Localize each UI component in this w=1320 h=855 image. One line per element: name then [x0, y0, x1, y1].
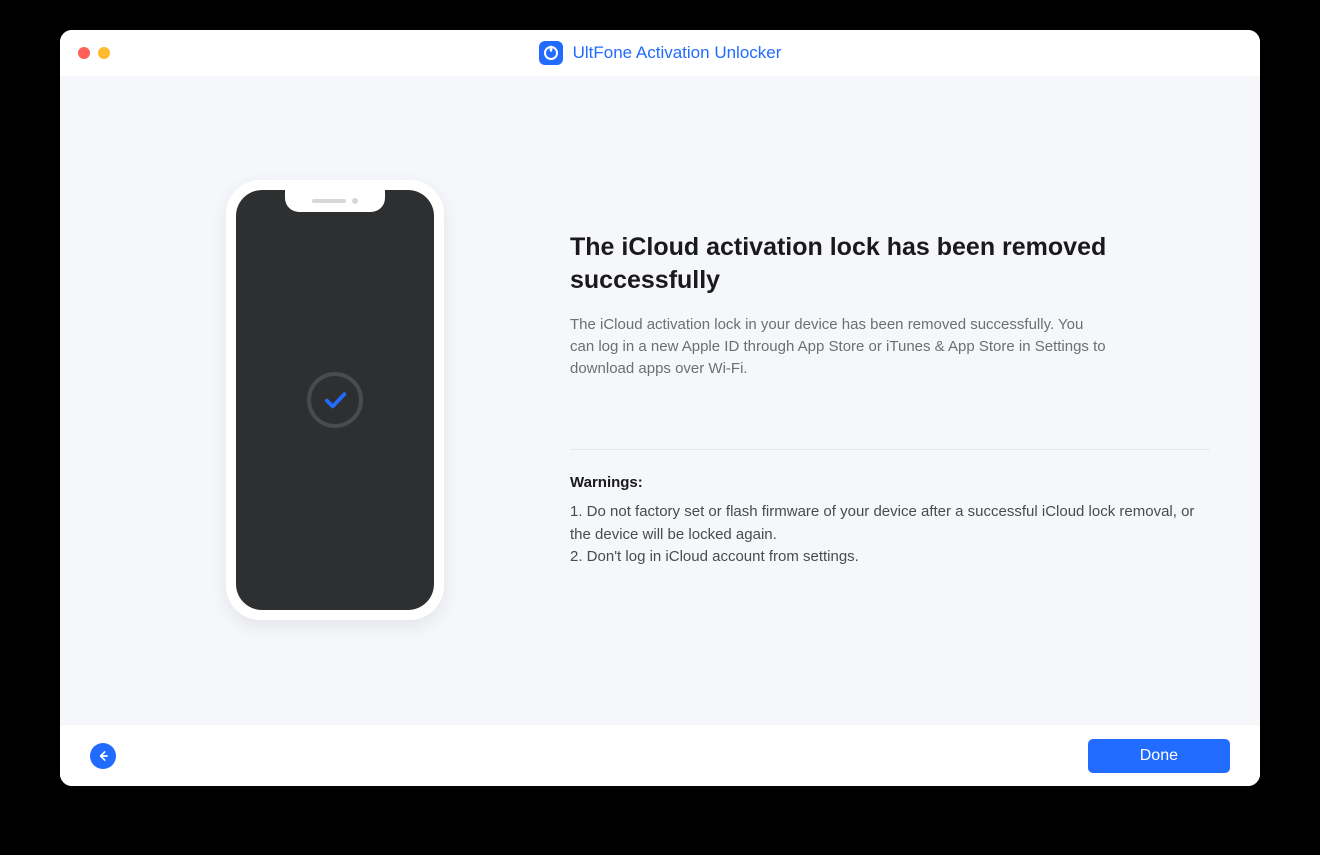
phone-illustration — [226, 180, 444, 620]
main-content: The iCloud activation lock has been remo… — [60, 76, 1260, 724]
app-title: UltFone Activation Unlocker — [573, 43, 782, 63]
camera-icon — [352, 198, 358, 204]
speaker-icon — [312, 199, 346, 203]
warning-item: 1. Do not factory set or flash firmware … — [570, 501, 1210, 546]
phone-notch — [285, 190, 385, 212]
phone-screen — [236, 190, 434, 610]
footer: Done — [60, 724, 1260, 786]
close-window-button[interactable] — [78, 47, 90, 59]
titlebar: UltFone Activation Unlocker — [60, 30, 1260, 76]
title-center: UltFone Activation Unlocker — [60, 41, 1260, 65]
device-illustration-column — [100, 180, 570, 620]
app-logo-icon — [539, 41, 563, 65]
divider — [570, 449, 1210, 450]
arrow-left-icon — [96, 749, 110, 763]
warning-item: 2. Don't log in iCloud account from sett… — [570, 546, 1210, 569]
window-controls — [78, 47, 110, 59]
success-description: The iCloud activation lock in your devic… — [570, 314, 1110, 379]
success-heading: The iCloud activation lock has been remo… — [570, 231, 1210, 296]
info-column: The iCloud activation lock has been remo… — [570, 231, 1220, 569]
success-check-ring — [307, 372, 363, 428]
minimize-window-button[interactable] — [98, 47, 110, 59]
warnings-title: Warnings: — [570, 474, 1210, 491]
done-button[interactable]: Done — [1088, 739, 1230, 773]
checkmark-icon — [321, 386, 349, 414]
app-window: UltFone Activation Unlocker — [60, 30, 1260, 786]
back-button[interactable] — [90, 743, 116, 769]
